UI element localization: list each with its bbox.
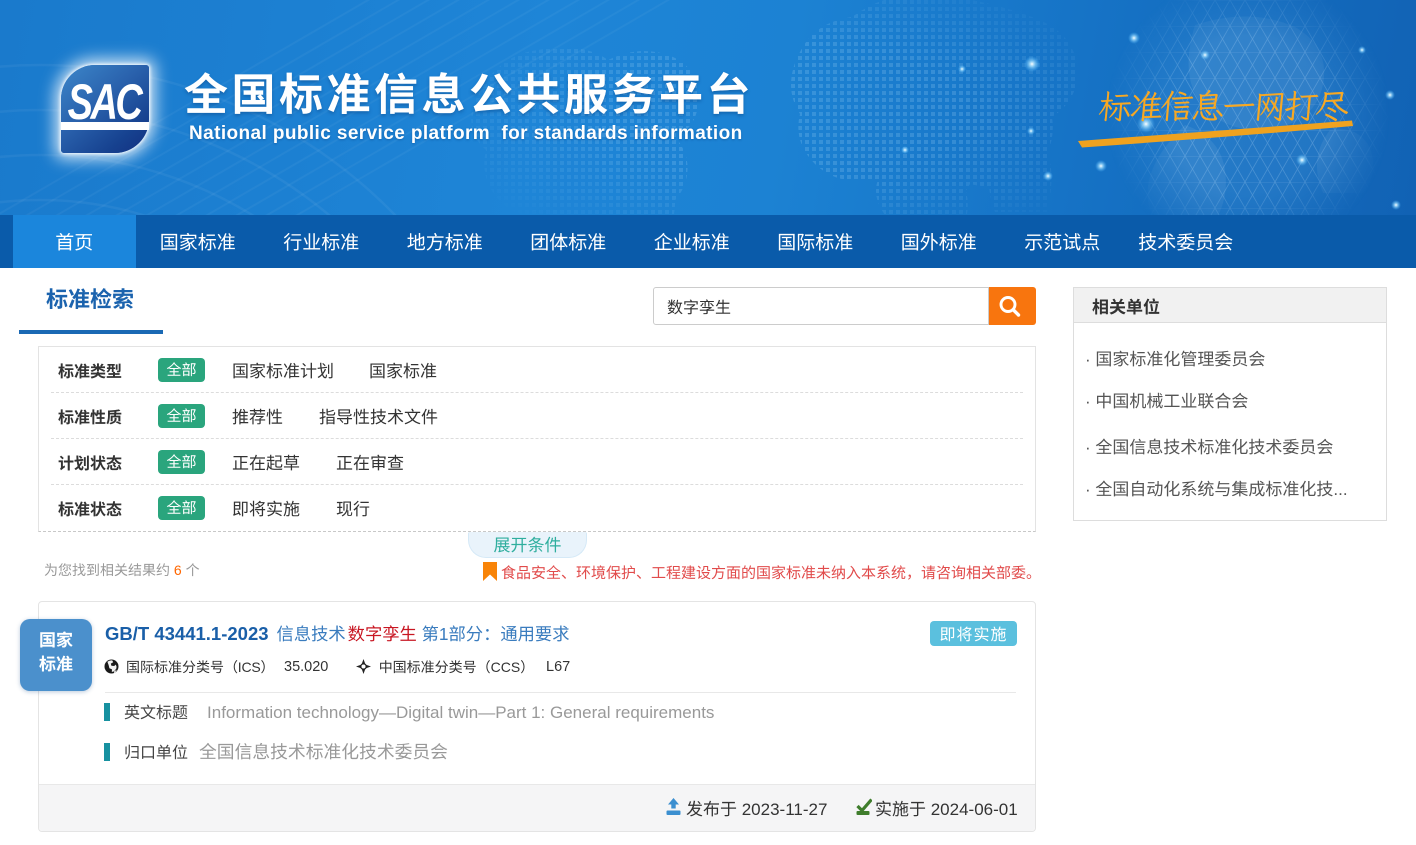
svg-text:标准信息一网打尽: 标准信息一网打尽 — [1096, 83, 1351, 128]
